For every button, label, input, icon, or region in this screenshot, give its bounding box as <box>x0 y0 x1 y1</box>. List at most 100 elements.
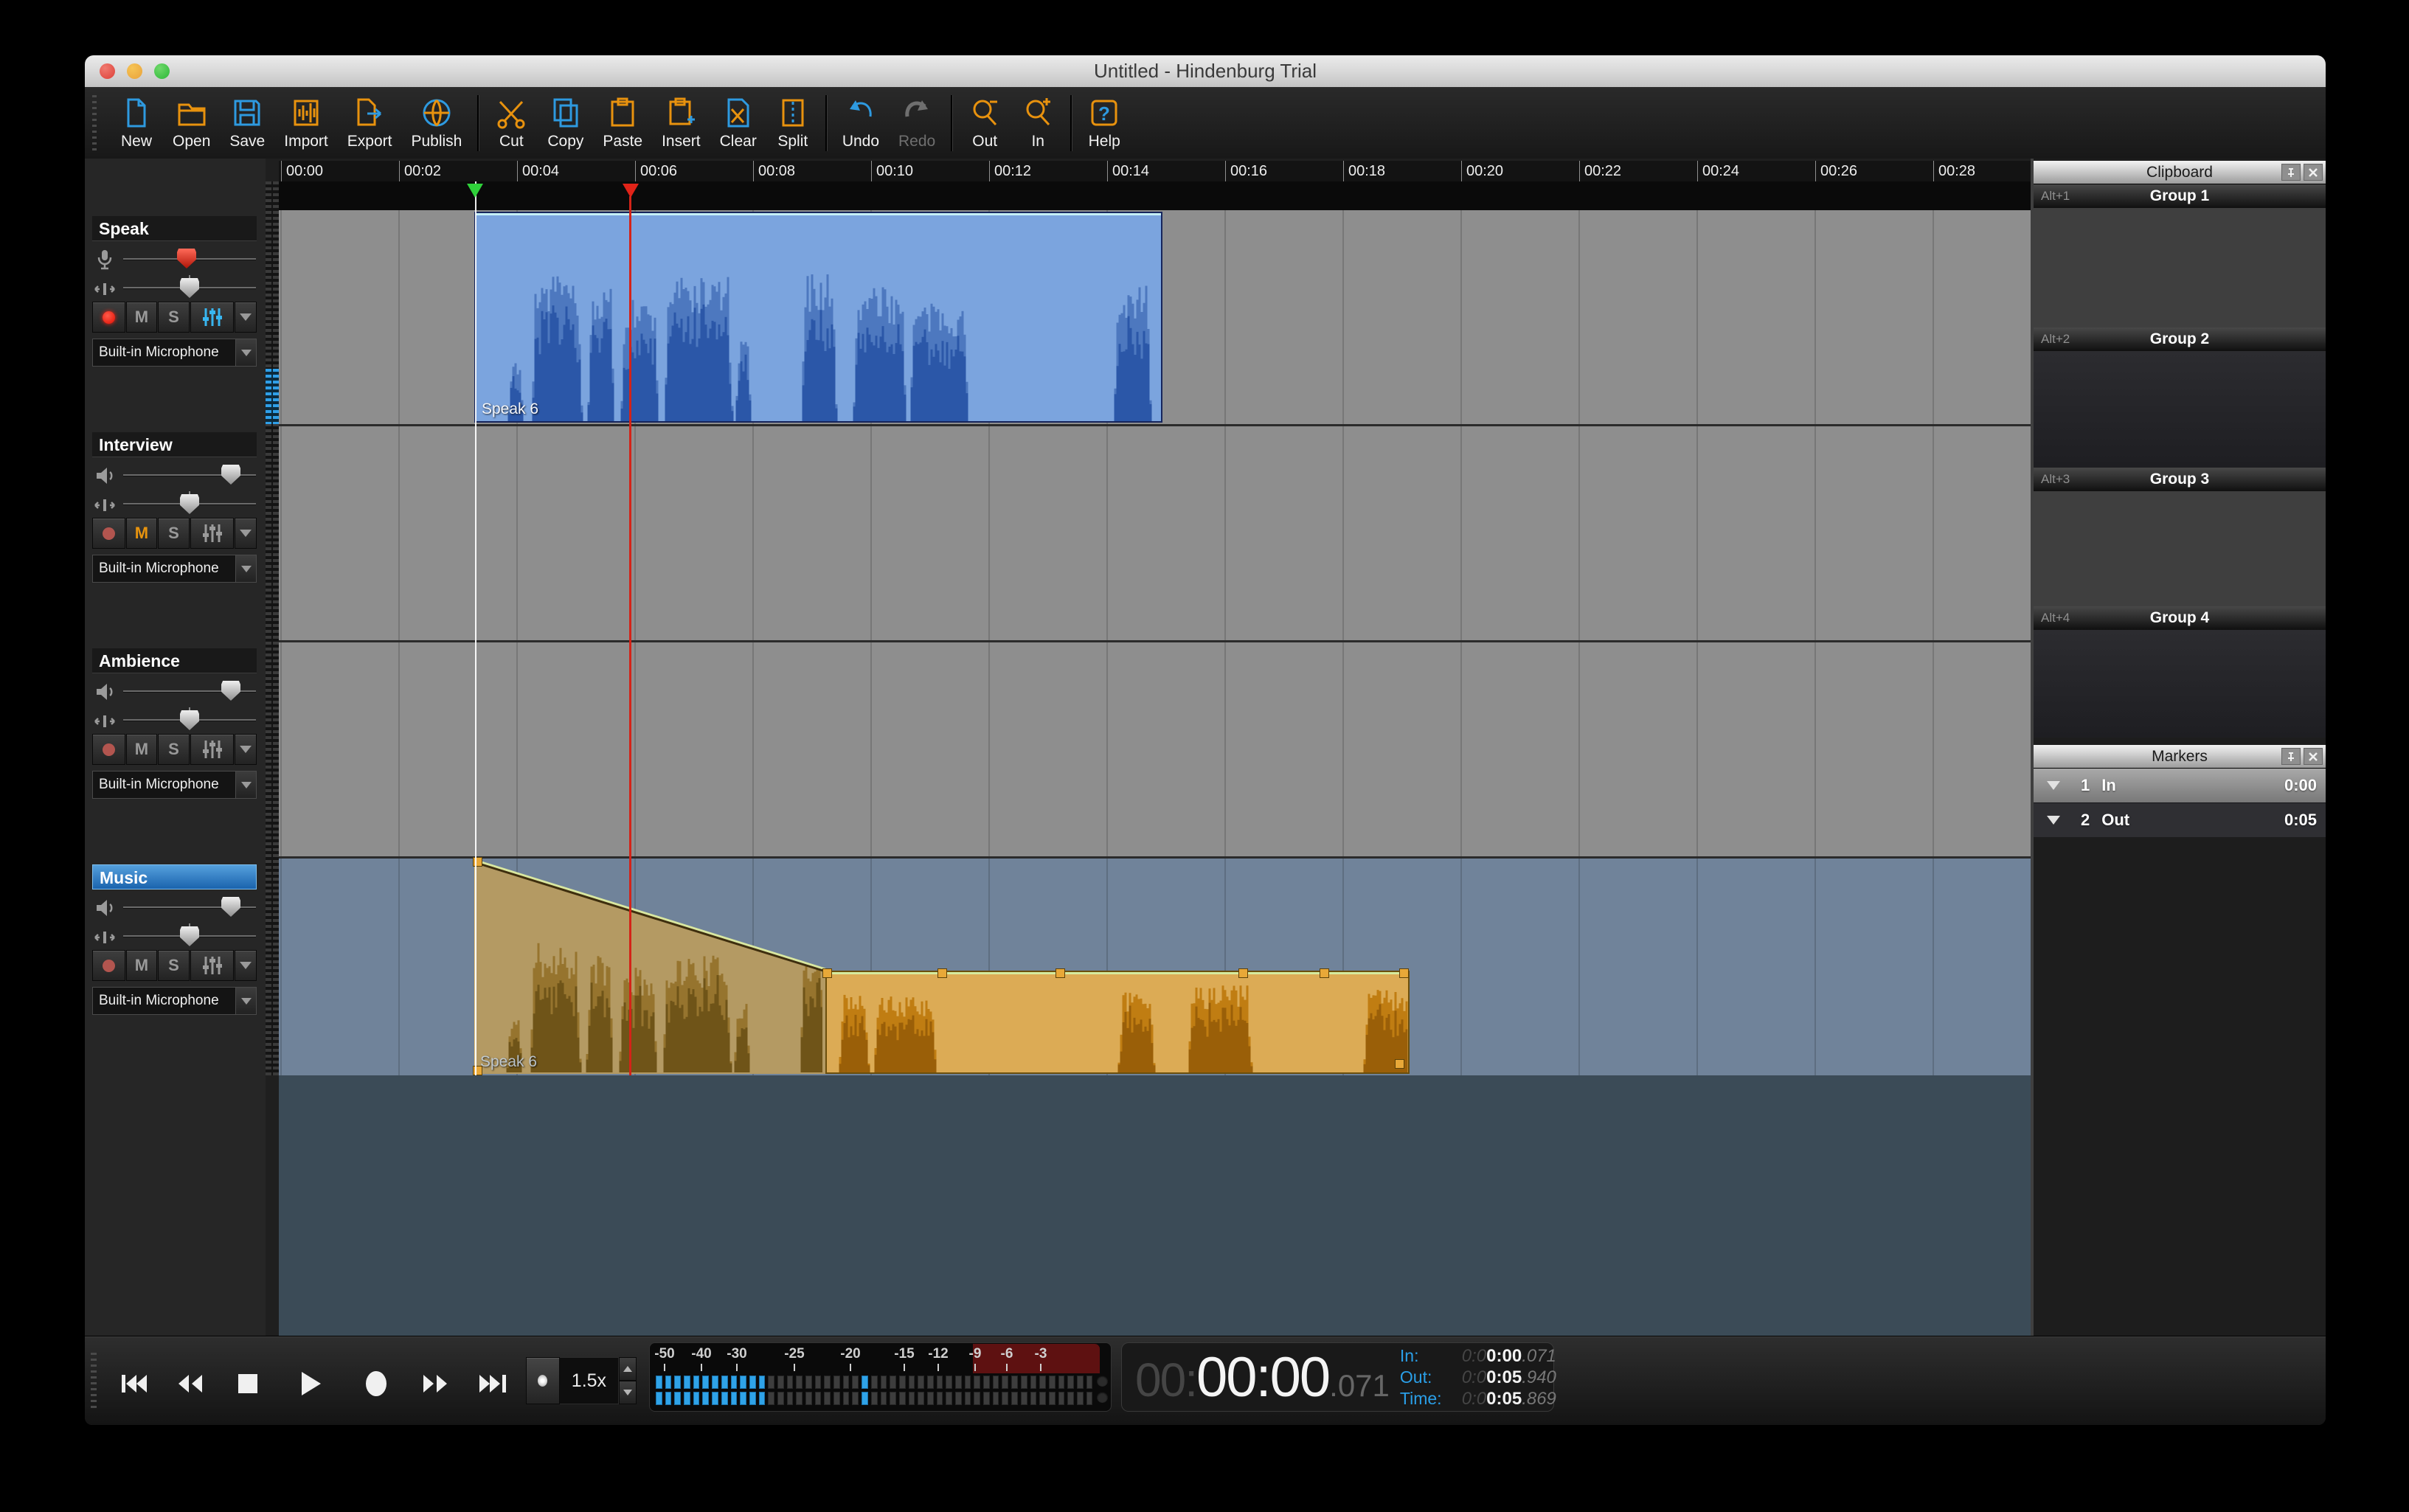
playhead-triangle[interactable] <box>623 184 639 198</box>
close-panel-button[interactable] <box>2304 748 2323 765</box>
lane-interview[interactable] <box>279 426 2031 640</box>
track-name[interactable]: Ambience <box>92 648 257 673</box>
toolbar-drag-handle[interactable] <box>89 95 100 151</box>
speed-value[interactable]: 1.5x <box>560 1357 619 1404</box>
volume-slider-handle[interactable] <box>221 465 240 485</box>
import-button[interactable]: Import <box>274 90 338 156</box>
save-button[interactable]: Save <box>220 90 274 156</box>
marker-row-in[interactable]: 1 In 0:00 <box>2034 769 2326 802</box>
pin-panel-button[interactable] <box>2281 164 2301 181</box>
mute-button[interactable]: M <box>126 302 158 333</box>
clipboard-group-4[interactable]: Alt+4 Group 4 <box>2034 606 2326 631</box>
export-button[interactable]: Export <box>338 90 402 156</box>
skip-to-start-button[interactable] <box>113 1366 157 1401</box>
clip-indicator-left[interactable] <box>1097 1376 1108 1387</box>
dropdown-arrow[interactable] <box>235 555 256 582</box>
pin-panel-button[interactable] <box>2281 748 2301 765</box>
solo-button[interactable]: S <box>158 518 190 549</box>
speed-down-button[interactable] <box>619 1381 637 1404</box>
solo-button[interactable]: S <box>158 302 190 333</box>
track-name[interactable]: Interview <box>92 432 257 457</box>
fast-forward-button[interactable] <box>413 1366 457 1401</box>
publish-button[interactable]: Publish <box>401 90 471 156</box>
input-device-select[interactable]: Built-in Microphone <box>92 339 257 367</box>
rewind-button[interactable] <box>168 1366 212 1401</box>
split-button[interactable]: Split <box>766 90 819 156</box>
title-bar[interactable]: Untitled - Hindenburg Trial <box>85 55 2326 88</box>
clipboard-group-4-content[interactable] <box>2034 630 2326 738</box>
in-marker-triangle[interactable] <box>467 184 483 198</box>
stop-button[interactable] <box>226 1366 270 1401</box>
track-menu-button[interactable] <box>235 302 257 333</box>
lane-ambience[interactable] <box>279 642 2031 856</box>
copy-button[interactable]: Copy <box>538 90 593 156</box>
paste-button[interactable]: Paste <box>593 90 652 156</box>
track-menu-button[interactable] <box>235 734 257 765</box>
clip-indicator-right[interactable] <box>1097 1392 1108 1403</box>
input-device-select[interactable]: Built-in Microphone <box>92 771 257 799</box>
envelope-handle[interactable] <box>1238 968 1248 978</box>
envelope-handle[interactable] <box>1056 968 1065 978</box>
envelope-handle[interactable] <box>1399 968 1409 978</box>
mute-button[interactable]: M <box>126 734 158 765</box>
volume-slider-handle[interactable] <box>221 681 240 701</box>
eq-button[interactable] <box>190 734 234 765</box>
record-arm-button[interactable] <box>92 518 125 549</box>
marker-expand-icon[interactable] <box>2047 781 2060 790</box>
speed-indicator-button[interactable] <box>526 1357 560 1404</box>
marker-strip[interactable] <box>279 181 2031 212</box>
insert-button[interactable]: Insert <box>652 90 710 156</box>
pan-slider-handle[interactable] <box>180 926 199 946</box>
dropdown-arrow[interactable] <box>235 339 256 366</box>
clip-music-fade[interactable]: Speak 6 <box>474 860 825 1074</box>
zoom-out-button[interactable]: Out <box>958 90 1011 156</box>
mute-button[interactable]: M <box>126 950 158 981</box>
transport-drag-handle[interactable] <box>91 1353 97 1409</box>
clipboard-group-3[interactable]: Alt+3 Group 3 <box>2034 468 2326 492</box>
record-arm-button[interactable] <box>92 950 125 981</box>
skip-to-end-button[interactable] <box>471 1366 515 1401</box>
markers-panel-header[interactable]: Markers <box>2034 745 2326 769</box>
envelope-handle[interactable] <box>473 857 482 867</box>
in-marker-line[interactable] <box>475 181 476 1075</box>
pan-slider-handle[interactable] <box>180 710 199 730</box>
record-button[interactable] <box>354 1366 398 1401</box>
envelope-handle[interactable] <box>822 968 832 978</box>
volume-envelope-line[interactable] <box>476 213 1161 215</box>
empty-timeline-area[interactable] <box>279 1075 2031 1336</box>
clipboard-group-3-content[interactable] <box>2034 491 2326 606</box>
envelope-handle[interactable] <box>1320 968 1329 978</box>
clipboard-panel-header[interactable]: Clipboard <box>2034 161 2326 184</box>
eq-button[interactable] <box>190 302 234 333</box>
clipboard-group-2-content[interactable] <box>2034 351 2326 468</box>
clipboard-group-2[interactable]: Alt+2 Group 2 <box>2034 327 2326 352</box>
clipboard-group-1-content[interactable] <box>2034 208 2326 327</box>
track-name[interactable]: Speak <box>92 216 257 241</box>
dropdown-arrow[interactable] <box>235 988 256 1014</box>
volume-slider-handle[interactable] <box>221 897 240 917</box>
clip-resize-handle[interactable] <box>1395 1059 1404 1069</box>
fade-envelope-line[interactable] <box>474 860 825 1074</box>
mute-button[interactable]: M <box>126 518 158 549</box>
pan-slider-handle[interactable] <box>180 494 199 514</box>
new-button[interactable]: New <box>110 90 163 156</box>
dropdown-arrow[interactable] <box>235 771 256 798</box>
solo-button[interactable]: S <box>158 950 190 981</box>
play-button[interactable] <box>289 1366 333 1401</box>
close-panel-button[interactable] <box>2304 164 2323 181</box>
redo-button[interactable]: Redo <box>889 90 945 156</box>
volume-slider-handle[interactable] <box>177 249 196 268</box>
open-button[interactable]: Open <box>163 90 220 156</box>
solo-button[interactable]: S <box>158 734 190 765</box>
envelope-handle[interactable] <box>937 968 947 978</box>
clip-music-selected[interactable] <box>825 971 1410 1074</box>
input-device-select[interactable]: Built-in Microphone <box>92 987 257 1015</box>
zoom-in-button[interactable]: In <box>1011 90 1064 156</box>
record-arm-button[interactable] <box>92 734 125 765</box>
undo-button[interactable]: Undo <box>833 90 889 156</box>
timeline-ruler[interactable]: 00:0000:0200:0400:0600:0800:1000:1200:14… <box>279 161 2031 181</box>
help-button[interactable]: ? Help <box>1078 90 1131 156</box>
clipboard-group-1[interactable]: Alt+1 Group 1 <box>2034 184 2326 209</box>
clip-speak-6[interactable]: Speak 6 <box>474 212 1162 423</box>
marker-expand-icon[interactable] <box>2047 816 2060 825</box>
